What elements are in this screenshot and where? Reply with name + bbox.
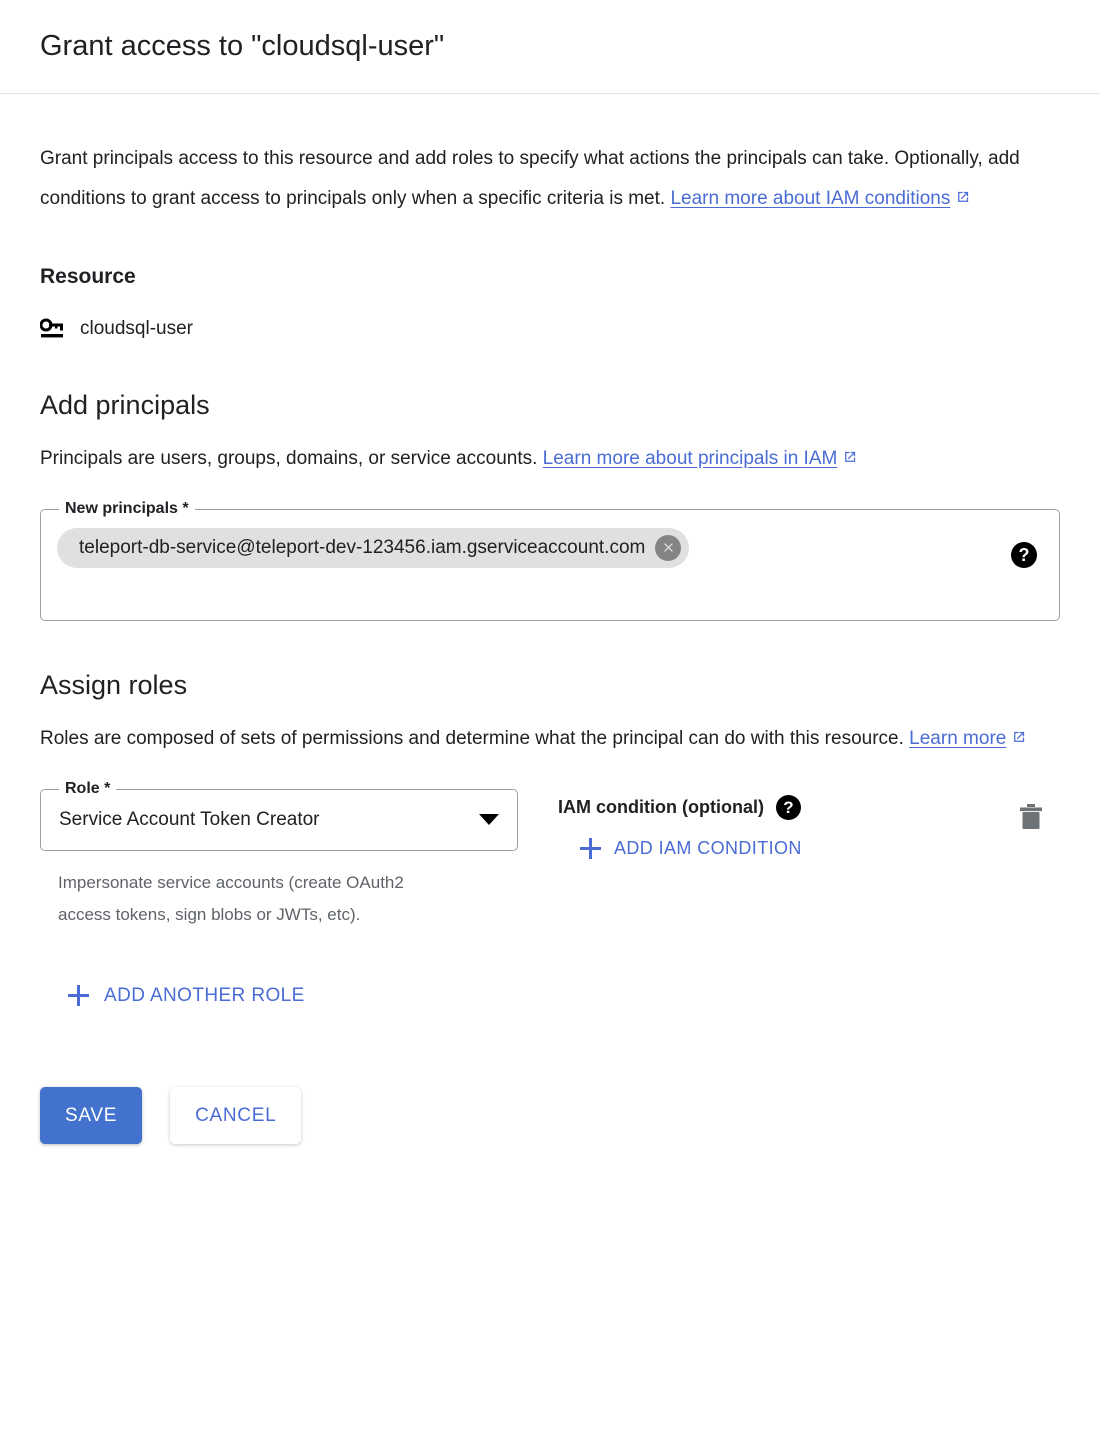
- add-principals-description: Principals are users, groups, domains, o…: [40, 439, 1050, 479]
- save-button[interactable]: SAVE: [40, 1087, 143, 1145]
- help-icon[interactable]: ?: [1011, 541, 1037, 568]
- cancel-button[interactable]: CANCEL: [170, 1087, 302, 1145]
- new-principals-field[interactable]: New principals * teleport-db-service@tel…: [40, 498, 1060, 621]
- learn-more-principals-link[interactable]: Learn more about principals in IAM: [543, 448, 838, 469]
- add-another-role-button[interactable]: ADD ANOTHER ROLE: [68, 985, 305, 1007]
- resource-name: cloudsql-user: [80, 318, 193, 340]
- principal-chip[interactable]: teleport-db-service@teleport-dev-123456.…: [57, 527, 690, 568]
- intro-paragraph: Grant principals access to this resource…: [40, 139, 1050, 219]
- role-select-label: Role *: [59, 778, 117, 799]
- close-circle-icon[interactable]: [655, 534, 682, 561]
- add-iam-condition-button[interactable]: ADD IAM CONDITION: [580, 837, 802, 859]
- add-principals-heading: Add principals: [40, 390, 210, 421]
- resource-row: cloudsql-user: [40, 317, 1060, 341]
- iam-condition-column: IAM condition (optional) ? ADD IAM CONDI…: [518, 789, 1018, 864]
- key-icon: [40, 317, 66, 341]
- help-icon[interactable]: ?: [775, 794, 801, 820]
- learn-more-iam-conditions-label: Learn more about IAM conditions: [670, 188, 951, 209]
- dialog-footer: SAVE CANCEL: [40, 1087, 1060, 1174]
- dialog-body: Grant principals access to this resource…: [0, 139, 1100, 1174]
- trash-icon[interactable]: [1018, 803, 1044, 831]
- add-principals-description-text: Principals are users, groups, domains, o…: [40, 447, 538, 469]
- role-column: Role * Service Account Token Creator Imp…: [40, 778, 518, 931]
- iam-condition-label-row: IAM condition (optional) ?: [558, 794, 1018, 820]
- add-iam-condition-label: ADD IAM CONDITION: [614, 837, 802, 858]
- learn-more-iam-conditions-link[interactable]: Learn more about IAM conditions: [670, 188, 950, 209]
- learn-more-principals-label: Learn more about principals in IAM: [542, 447, 838, 469]
- plus-icon: [580, 837, 601, 859]
- role-select[interactable]: Role * Service Account Token Creator: [40, 778, 518, 851]
- learn-more-roles-link[interactable]: Learn more: [909, 728, 1006, 749]
- delete-role-column: [1018, 789, 1060, 831]
- add-another-role-label: ADD ANOTHER ROLE: [104, 984, 305, 1006]
- chevron-down-icon: [479, 814, 499, 826]
- resource-heading: Resource: [40, 265, 136, 288]
- dialog-header: Grant access to "cloudsql-user": [0, 0, 1100, 94]
- assign-roles-description: Roles are composed of sets of permission…: [40, 719, 1050, 759]
- role-description-hint: Impersonate service accounts (create OAu…: [58, 872, 404, 924]
- iam-condition-label: IAM condition (optional): [558, 797, 764, 818]
- role-row: Role * Service Account Token Creator Imp…: [40, 778, 1060, 931]
- principal-chip-label: teleport-db-service@teleport-dev-123456.…: [79, 536, 646, 558]
- open-in-new-icon: [955, 190, 970, 205]
- role-select-value: Service Account Token Creator: [59, 808, 320, 830]
- assign-roles-heading: Assign roles: [40, 669, 188, 700]
- page-title: Grant access to "cloudsql-user": [40, 30, 445, 63]
- open-in-new-icon: [842, 450, 857, 465]
- assign-roles-description-text: Roles are composed of sets of permission…: [40, 727, 904, 749]
- learn-more-roles-label: Learn more: [909, 727, 1007, 749]
- plus-icon: [68, 985, 89, 1007]
- open-in-new-icon: [1011, 730, 1026, 745]
- new-principals-label: New principals *: [59, 498, 195, 519]
